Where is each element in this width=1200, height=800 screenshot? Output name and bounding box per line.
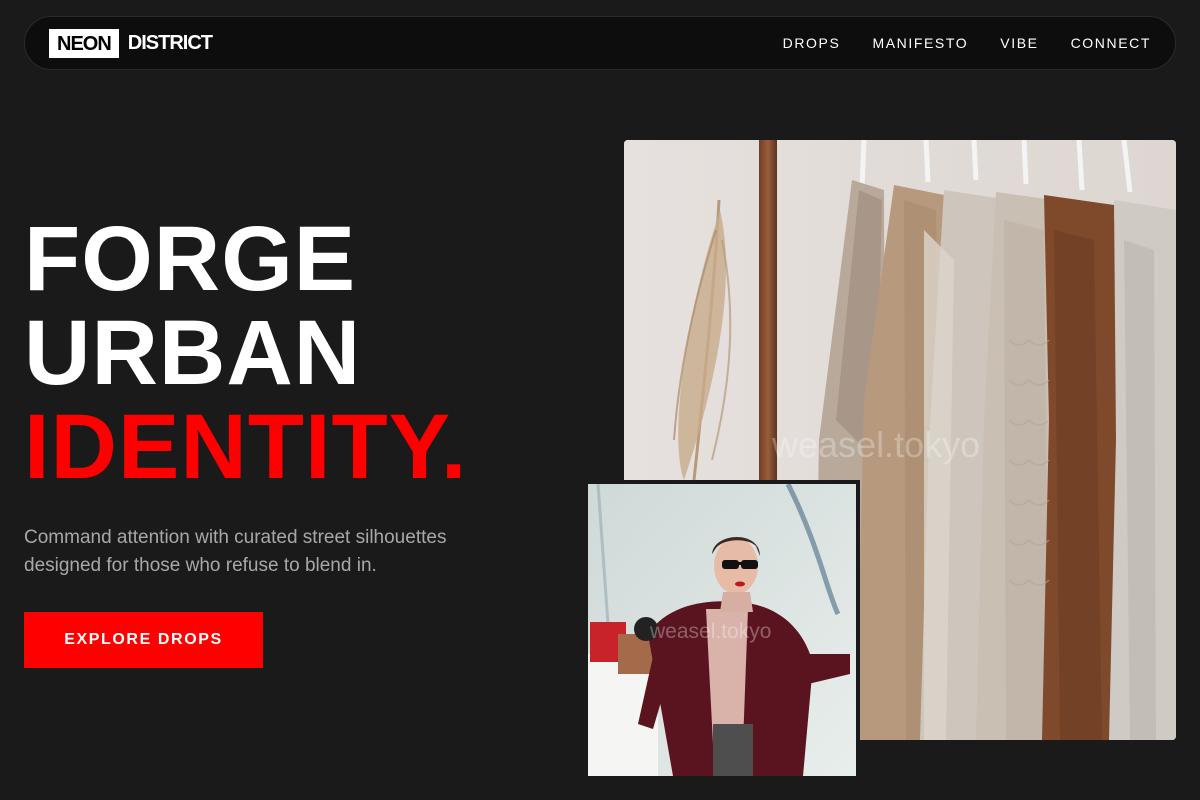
inset-image-watermark: weasel.tokyo [650,620,772,643]
nav-links: DROPS MANIFESTO VIBE CONNECT [783,35,1151,51]
hero-title-line-1: FORGE [24,208,357,310]
brand-logo[interactable]: NEON DISTRICT [49,28,213,58]
hero-title-line-2: URBAN [24,302,362,404]
skirt [713,724,753,776]
nav-link-drops[interactable]: DROPS [783,35,841,51]
explore-drops-button[interactable]: EXPLORE DROPS [24,612,263,668]
shopper-image: weasel.tokyo [584,480,860,780]
hero-subtitle: Command attention with curated street si… [24,527,447,576]
logo-box: NEON [49,28,119,58]
main-image-watermark: weasel.tokyo [772,424,981,465]
page: NEON DISTRICT DROPS MANIFESTO VIBE CONNE… [0,0,1200,800]
nav-link-connect[interactable]: CONNECT [1071,35,1151,51]
top-navbar: NEON DISTRICT DROPS MANIFESTO VIBE CONNE… [24,16,1176,70]
hero-title-line-3: IDENTITY. [24,396,468,498]
nav-link-manifesto[interactable]: MANIFESTO [872,35,968,51]
nav-link-vibe[interactable]: VIBE [1000,35,1038,51]
logo-text: DISTRICT [127,32,213,54]
hero-title: FORGE URBAN IDENTITY. [24,212,467,494]
